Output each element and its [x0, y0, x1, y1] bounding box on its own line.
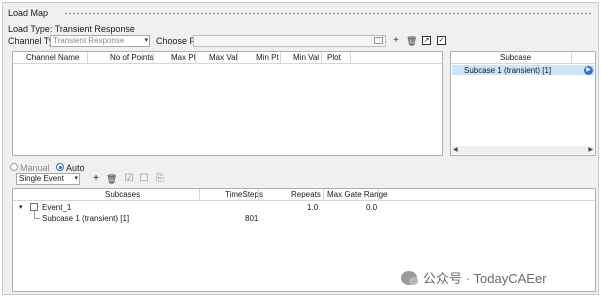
check-icon[interactable]: ✓	[437, 36, 446, 45]
channel-table[interactable]: Channel Name No of Points Max Pt Max Val…	[12, 51, 443, 156]
watermark-text: 公众号 · TodayCAEer	[423, 271, 547, 286]
load-type-label: Load Type: Transient Response	[8, 24, 135, 34]
choose-file-input[interactable]	[193, 35, 386, 47]
check-icon[interactable]: ☑	[124, 174, 134, 184]
tree-connector	[34, 211, 40, 219]
subcase-table-header: Subcase	[451, 52, 595, 64]
wechat-logo-icon	[401, 270, 418, 285]
channel-table-header: Channel Name No of Points Max Pt Max Val…	[13, 52, 442, 64]
scroll-left-icon[interactable]: ◀	[453, 146, 458, 153]
title-bar: Load Map	[3, 3, 598, 22]
event-type-select[interactable]: Single Event ▾	[16, 173, 80, 185]
drag-grip[interactable]	[64, 12, 592, 15]
watermark: 公众号 · TodayCAEer	[401, 268, 547, 287]
channel-type-value: Transient Response	[53, 36, 125, 45]
col-max-val: Max Val	[209, 53, 238, 62]
square-icon[interactable]: ☐	[139, 174, 149, 184]
trash-icon[interactable]: 🗑	[106, 174, 117, 184]
plus-icon[interactable]: +	[91, 174, 101, 184]
col-repeats: Repeats	[291, 190, 321, 199]
subcase-row[interactable]: Subcase 1 (transient) [1]	[452, 65, 594, 75]
col-no-of-points: No of Points	[110, 53, 154, 62]
caret-down-icon[interactable]: ▾	[19, 203, 23, 211]
event-type-value: Single Event	[19, 174, 64, 183]
horizontal-scrollbar[interactable]: ◀ ▶	[452, 146, 594, 154]
event-repeats: 1.0	[307, 203, 319, 212]
manual-label: Manual	[20, 163, 50, 173]
load-map-panel: Load Map Load Type: Transient Response C…	[2, 2, 599, 295]
col-subcase: Subcase	[500, 53, 532, 62]
child-timesteps: 801	[245, 214, 259, 223]
export-icon[interactable]: ↗	[422, 36, 431, 45]
col-min-val: Min Val	[293, 53, 320, 62]
scroll-right-icon[interactable]: ▶	[588, 146, 593, 153]
event-name: Event_1	[42, 203, 72, 212]
col-max-pt: Max Pt	[171, 53, 196, 62]
play-icon[interactable]: ▶	[584, 66, 593, 75]
event-max-gate-range: 0.0	[366, 203, 378, 212]
col-subcases: Subcases	[105, 190, 141, 199]
child-subcase-name: Subcase 1 (transient) [1]	[42, 214, 130, 223]
col-plot: Plot	[327, 53, 341, 62]
manual-radio[interactable]	[10, 163, 18, 171]
col-channel-name: Channel Name	[26, 53, 80, 62]
chevron-down-icon: ▾	[144, 37, 148, 44]
channel-type-select[interactable]: Transient Response ▾	[50, 35, 150, 47]
event-row[interactable]: ▾ Event_1 1.0 0.0	[13, 202, 595, 213]
chart-icon[interactable]: ⎘	[155, 174, 165, 184]
auto-label: Auto	[66, 163, 85, 173]
subcase-row-label: Subcase 1 (transient) [1]	[464, 66, 552, 75]
folder-icon[interactable]	[374, 37, 383, 44]
event-checkbox[interactable]	[30, 203, 38, 211]
col-min-pt: Min Pt	[256, 53, 279, 62]
plus-icon[interactable]: +	[391, 36, 401, 46]
auto-radio[interactable]	[56, 163, 64, 171]
window-title: Load Map	[8, 8, 49, 18]
subcase-table[interactable]: Subcase Subcase 1 (transient) [1] ▶ ◀ ▶	[450, 51, 596, 156]
subcase-child-row[interactable]: Subcase 1 (transient) [1] 801	[13, 211, 595, 224]
chevron-down-icon: ▾	[74, 175, 78, 182]
trash-icon[interactable]: 🗑	[406, 36, 417, 46]
load-type-row: Load Type: Transient Response	[8, 24, 135, 34]
events-table-header: Subcases TimeSteps Repeats Max Gate Rang…	[13, 189, 595, 201]
